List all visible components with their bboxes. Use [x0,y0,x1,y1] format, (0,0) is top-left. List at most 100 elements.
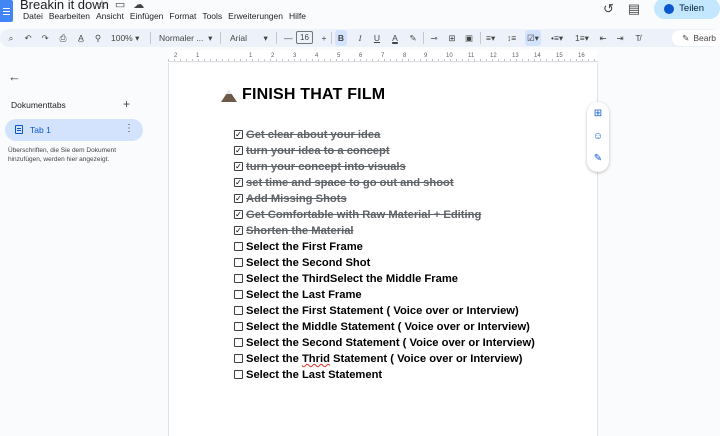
more-options-icon[interactable]: ⋮ [124,123,134,134]
menu-file[interactable]: Datei [20,11,46,21]
add-tab-icon[interactable]: + [123,97,130,111]
search-menus-icon[interactable]: ⌕ [5,30,17,46]
undo-icon[interactable]: ↶ [22,30,34,46]
checked-checkbox[interactable]: ✓ [234,194,243,203]
globe-icon [664,3,675,14]
sidebar-tab-1[interactable]: Tab 1 ⋮ [5,119,143,141]
bulleted-list-icon[interactable]: •≡▾ [549,30,565,46]
redo-icon[interactable]: ↷ [39,30,51,46]
unchecked-checkbox[interactable] [234,338,243,347]
menu-format[interactable]: Format [166,11,199,21]
formatting-toolbar: ⌕ ↶ ↷ ⎙ A̲ ⚲ 100% ▾ Normaler ... ▾ Arial… [0,29,720,47]
checklist-item-text: Shorten the Material [246,225,354,237]
menu-edit[interactable]: Bearbeiten [46,11,93,21]
checklist-icon[interactable]: ☑▾ [525,30,541,46]
checked-checkbox[interactable]: ✓ [234,226,243,235]
checklist-item-text: Select the Middle Statement ( Voice over… [246,321,530,333]
checklist: ✓ Get clear about your idea ✓ turn your id… [234,127,564,383]
increase-font-size-icon[interactable]: + [318,30,330,46]
checked-checkbox[interactable]: ✓ [234,146,243,155]
decrease-font-size-icon[interactable]: — [282,30,295,46]
checked-checkbox[interactable]: ✓ [234,210,243,219]
document-tab-icon [15,125,23,134]
unchecked-checkbox[interactable] [234,354,243,363]
cloud-status-icon[interactable]: ☁ [133,0,144,11]
docs-logo-icon[interactable] [0,0,13,22]
text-color-button[interactable]: A [389,30,401,46]
ruler-tick: 15 [556,53,563,59]
unchecked-checkbox[interactable] [234,306,243,315]
ruler-tick: 6 [359,53,363,59]
checklist-item: Select the Middle Statement ( Voice over… [234,319,564,335]
highlight-color-icon[interactable]: ✎ [407,30,419,46]
toolbar-divider [150,32,151,44]
suggest-edits-icon[interactable]: ✎ [592,153,604,165]
toolbar-divider [276,32,277,44]
checked-checkbox[interactable]: ✓ [234,130,243,139]
unchecked-checkbox[interactable] [234,274,243,283]
top-right-actions: ↺ ▤ Teilen [603,0,720,19]
ruler-tick: 10 [446,53,453,59]
toolbar-divider [220,32,221,44]
underline-button[interactable]: U [371,30,383,46]
paint-format-icon[interactable]: ⚲ [92,30,104,46]
editing-mode-button[interactable]: ✎ Bearb [672,30,720,46]
move-folder-icon[interactable]: ▭ [115,0,125,11]
add-emoji-reaction-icon[interactable]: ☺ [592,131,604,143]
star-icon[interactable]: ☆ [97,0,107,11]
clear-formatting-icon[interactable]: T̸ [632,30,644,46]
checked-checkbox[interactable]: ✓ [234,162,243,171]
paragraph-style-select[interactable]: Normaler ... ▾ [157,30,214,46]
menu-insert[interactable]: Einfügen [127,11,167,21]
checklist-item-text: Select the Second Statement ( Voice over… [246,337,535,349]
document-page[interactable]: FINISH THAT FILM ✓ Get clear about your i… [168,63,598,436]
align-icon[interactable]: ≡▾ [484,30,497,46]
add-comment-icon[interactable]: ⊞ [592,108,604,120]
decrease-indent-icon[interactable]: ⇤ [597,30,609,46]
checklist-item: ✓ turn your concept into visuals [234,159,564,175]
horizontal-ruler[interactable]: 2 1 1 2 3 4 5 6 7 8 9 10 11 12 13 14 15 … [168,50,598,62]
paragraph-style-value: Normaler ... [159,33,204,43]
version-history-icon[interactable]: ↺ [603,1,614,17]
document-heading: FINISH THAT FILM [221,86,385,104]
unchecked-checkbox[interactable] [234,290,243,299]
increase-indent-icon[interactable]: ⇥ [614,30,626,46]
spellcheck-icon[interactable]: A̲ [75,30,87,46]
font-family-select[interactable]: Arial ▾ [228,30,270,46]
share-button[interactable]: Teilen [654,0,720,19]
numbered-list-icon[interactable]: 1≡▾ [573,30,591,46]
menu-tools[interactable]: Tools [199,11,225,21]
insert-image-icon[interactable]: ▣ [463,30,475,46]
bold-button[interactable]: B [335,30,347,46]
misspelled-word[interactable]: Thrid [302,353,330,365]
insert-link-icon[interactable]: ⊸ [428,30,440,46]
checklist-item: Select the First Statement ( Voice over … [234,303,564,319]
menu-extensions[interactable]: Erweiterungen [225,11,286,21]
checklist-item-text: Select the First Statement ( Voice over … [246,305,519,317]
checklist-item: Select the Second Shot [234,255,564,271]
print-icon[interactable]: ⎙ [57,30,69,46]
checklist-item-text: turn your concept into visuals [246,161,406,173]
unchecked-checkbox[interactable] [234,322,243,331]
tabs-heading: Dokumenttabs [11,100,66,110]
ruler-tick: 1 [196,53,200,59]
italic-button[interactable]: I [354,30,366,46]
unchecked-checkbox[interactable] [234,370,243,379]
font-size-input[interactable]: 16 [296,31,313,44]
line-spacing-icon[interactable]: ↕≡ [505,30,518,46]
checklist-item-text: set time and space to go out and shoot [246,177,454,189]
checked-checkbox[interactable]: ✓ [234,178,243,187]
zoom-select[interactable]: 100% ▾ [109,30,141,46]
ruler-tick: 5 [337,53,341,59]
unchecked-checkbox[interactable] [234,258,243,267]
unchecked-checkbox[interactable] [234,242,243,251]
ruler-tick: 8 [403,53,407,59]
checklist-item: Select the Second Statement ( Voice over… [234,335,564,351]
menu-view[interactable]: Ansicht [93,11,127,21]
add-comment-icon[interactable]: ⊞ [446,30,458,46]
checklist-item: Select the ThirdSelect the Middle Frame [234,271,564,287]
heading-text: FINISH THAT FILM [242,86,386,103]
close-outline-arrow-icon[interactable]: ← [8,69,21,84]
menu-help[interactable]: Hilfe [286,11,309,21]
comments-icon[interactable]: ▤ [628,1,640,17]
